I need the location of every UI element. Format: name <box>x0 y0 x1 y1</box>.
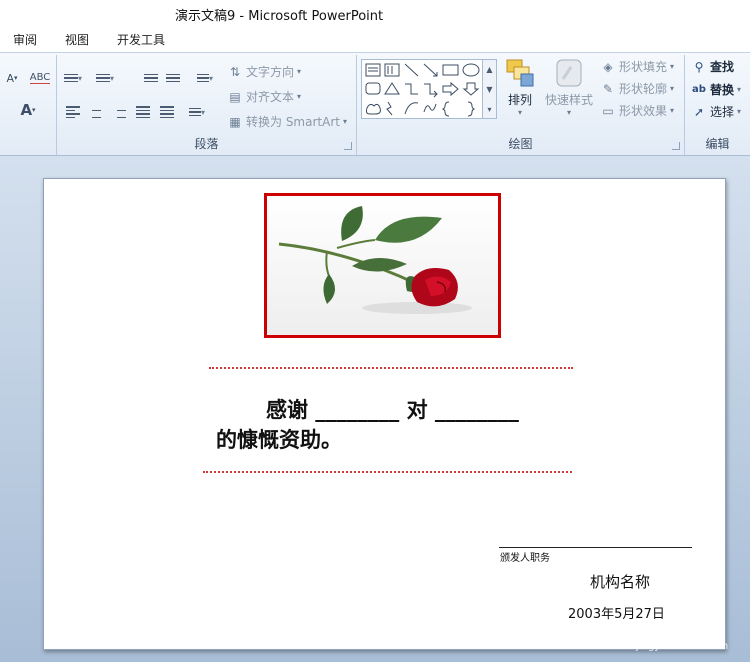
group-label-drawing: 绘图 <box>508 137 533 151</box>
signature-line <box>499 547 692 548</box>
arrange-icon <box>506 59 534 87</box>
bullets-icon[interactable]: ▾ <box>63 69 83 87</box>
ribbon: A ▾ ABC A ▾ ▾ ▾ ▾ ▾ ⇅ 文字方向 ▾ ▤ 对齐文本 ▾ ▦ … <box>0 52 750 156</box>
slide[interactable]: 感谢 ________ 对 ________ 的慷慨资助。 颁发人职务 机构名称… <box>43 178 726 650</box>
gallery-more-icon[interactable]: ▾ <box>483 100 496 120</box>
smartart-icon: ▦ <box>229 114 241 129</box>
group-label-editing: 编辑 <box>705 137 730 151</box>
rose-photo[interactable] <box>264 193 501 338</box>
align-left-icon[interactable] <box>63 103 83 121</box>
signature-label[interactable]: 颁发人职务 <box>500 549 550 564</box>
paint-bucket-icon: ◈ <box>603 59 613 74</box>
shape-fill-button[interactable]: ◈ 形状填充 ▾ <box>600 58 674 75</box>
quick-styles-button[interactable]: 快速样式 ▾ <box>544 57 594 117</box>
window-title: 演示文稿9 - Microsoft PowerPoint <box>175 9 384 24</box>
rose-image <box>278 206 472 314</box>
watermark-brand: Baidu 经验 <box>612 624 704 642</box>
replace-button[interactable]: ab 替换 ▾ <box>691 81 741 98</box>
text-direction-icon: ⇅ <box>229 64 241 79</box>
bottom-dotted-rule <box>203 471 572 473</box>
certificate-line-1: 感谢 ________ 对 ________ <box>266 397 519 422</box>
shrink-font-icon[interactable]: A ▾ <box>2 69 22 87</box>
clear-format-icon[interactable]: ABC <box>29 69 51 87</box>
quick-styles-icon <box>556 59 582 87</box>
shape-effects-button[interactable]: ▭ 形状效果 ▾ <box>600 102 674 119</box>
align-text-button[interactable]: ▤ 对齐文本 ▾ <box>227 88 301 105</box>
shapes-gallery-icons <box>365 63 480 117</box>
align-center-icon[interactable] <box>86 103 106 121</box>
numbering-icon[interactable]: ▾ <box>95 69 115 87</box>
convert-smartart-button[interactable]: ▦ 转换为 SmartArt ▾ <box>227 113 347 130</box>
menu-tabs: 审阅 视图 开发工具 <box>0 26 750 52</box>
line-spacing-icon[interactable]: ▾ <box>195 69 215 87</box>
align-text-icon: ▤ <box>229 89 241 104</box>
issue-date[interactable]: 2003年5月27日 <box>568 603 665 622</box>
watermark-url: jingyan.baidu.com <box>636 641 729 652</box>
cursor-arrow-icon: ➚ <box>693 104 705 119</box>
font-color-icon[interactable]: A ▾ <box>18 101 38 119</box>
scroll-up-icon[interactable]: ▲ <box>483 60 496 80</box>
pen-icon: ✎ <box>602 81 614 96</box>
drawing-launcher-icon[interactable] <box>672 142 680 150</box>
columns-icon[interactable]: ▾ <box>187 103 207 121</box>
tab-developer[interactable]: 开发工具 <box>117 31 165 48</box>
certificate-line-2: 的慷慨资助。 <box>216 427 342 452</box>
binoculars-icon: ⚲ <box>694 59 704 74</box>
top-dotted-rule <box>209 367 573 369</box>
find-button[interactable]: ⚲ 查找 <box>691 58 734 75</box>
replace-icon: ab <box>692 84 706 95</box>
scroll-down-icon[interactable]: ▼ <box>483 80 496 100</box>
increase-indent-icon[interactable] <box>163 69 183 87</box>
select-button[interactable]: ➚ 选择 ▾ <box>691 103 741 120</box>
certificate-text[interactable]: 感谢 ________ 对 ________ 的慷慨资助。 <box>216 395 576 455</box>
paragraph-launcher-icon[interactable] <box>344 142 352 150</box>
text-direction-button[interactable]: ⇅ 文字方向 ▾ <box>227 63 301 80</box>
shape-outline-button[interactable]: ✎ 形状轮廓 ▾ <box>600 80 674 97</box>
tab-view[interactable]: 视图 <box>65 31 89 48</box>
decrease-indent-icon[interactable] <box>141 69 161 87</box>
group-paragraph: ▾ ▾ ▾ ▾ ⇅ 文字方向 ▾ ▤ 对齐文本 ▾ ▦ 转换为 SmartArt… <box>57 55 357 155</box>
title-bar: 演示文稿9 - Microsoft PowerPoint <box>0 0 750 26</box>
shapes-gallery-scroll[interactable]: ▲ ▼ ▾ <box>483 59 497 119</box>
tab-review[interactable]: 审阅 <box>13 31 37 48</box>
distribute-icon[interactable] <box>157 103 177 121</box>
org-name[interactable]: 机构名称 <box>590 571 650 592</box>
group-label-paragraph: 段落 <box>194 137 219 151</box>
align-right-icon[interactable] <box>109 103 129 121</box>
group-editing: ⚲ 查找 ab 替换 ▾ ➚ 选择 ▾ 编辑 <box>685 55 750 155</box>
group-font: A ▾ ABC A ▾ <box>0 55 57 155</box>
shape-effects-icon: ▭ <box>602 103 614 118</box>
arrange-button[interactable]: 排列 ▾ <box>502 57 538 117</box>
justify-icon[interactable] <box>133 103 153 121</box>
shapes-gallery[interactable] <box>361 59 483 119</box>
